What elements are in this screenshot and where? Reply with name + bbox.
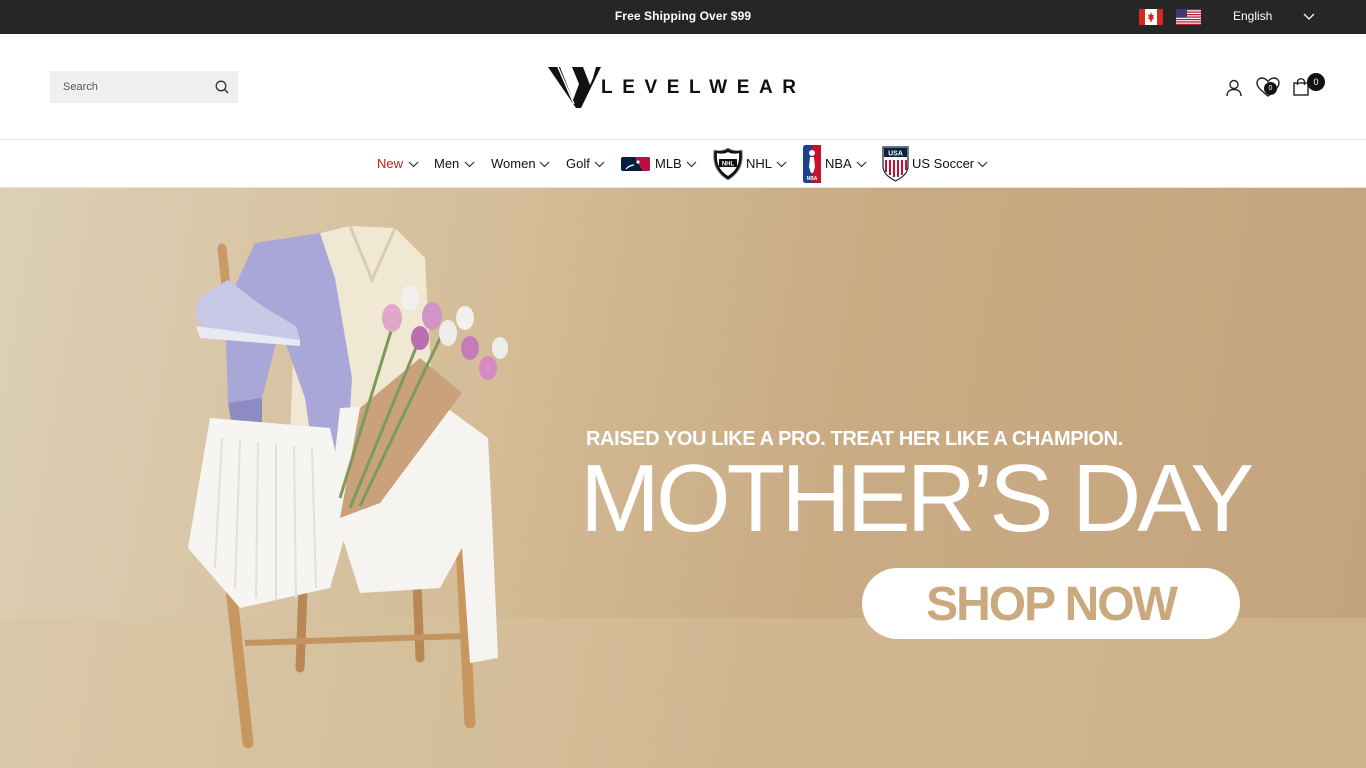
wishlist-count-badge: 0: [1264, 82, 1277, 95]
main-nav: New Men Women Golf MLB NHL NHL NBA NBA U…: [0, 140, 1366, 188]
nav-item-us-soccer[interactable]: USA US Soccer: [882, 140, 990, 187]
cart-count-badge: 0: [1307, 73, 1325, 91]
nav-item-label: NBA: [825, 156, 852, 171]
logo-wordmark: LEVELWEAR: [601, 77, 806, 98]
chevron-down-icon: [594, 161, 605, 168]
chevron-down-icon: [539, 161, 550, 168]
announcement-bar: Free Shipping Over $99 English: [0, 0, 1366, 34]
hero-title: MOTHER’S DAY: [580, 445, 1254, 552]
us-soccer-logo-icon: USA: [882, 146, 909, 182]
nav-item-label: New: [377, 156, 404, 171]
shop-now-button[interactable]: SHOP NOW: [862, 568, 1240, 639]
chevron-down-icon: [686, 161, 697, 168]
language-selector[interactable]: English: [1233, 9, 1272, 23]
nav-item-golf[interactable]: Golf: [566, 140, 607, 187]
site-header: LEVELWEAR 0 0: [0, 34, 1366, 140]
nhl-logo-icon: NHL: [713, 147, 743, 181]
chevron-down-icon: [856, 161, 867, 168]
nav-item-label: Golf: [566, 156, 590, 171]
canada-flag-icon[interactable]: [1139, 9, 1163, 25]
hero-banner[interactable]: RAISED YOU LIKE A PRO. TREAT HER LIKE A …: [0, 188, 1366, 768]
nav-item-label: Men: [434, 156, 460, 171]
account-icon[interactable]: [1224, 78, 1244, 98]
svg-text:NBA: NBA: [807, 176, 818, 182]
chevron-down-icon: [776, 161, 787, 168]
us-flag-icon[interactable]: [1176, 9, 1201, 25]
search-box[interactable]: [50, 71, 238, 103]
nav-item-label: US Soccer: [912, 156, 975, 171]
svg-text:NHL: NHL: [722, 162, 735, 168]
nav-item-women[interactable]: Women: [491, 140, 552, 187]
nav-item-label: NHL: [746, 156, 773, 171]
nba-logo-icon: NBA: [803, 145, 821, 183]
chevron-down-icon: [408, 161, 419, 168]
nav-item-new[interactable]: New: [377, 140, 421, 187]
nav-item-mlb[interactable]: MLB: [621, 140, 699, 187]
nav-item-label: Women: [491, 156, 536, 171]
nav-item-label: MLB: [655, 156, 682, 171]
search-icon[interactable]: [214, 79, 230, 95]
nav-item-men[interactable]: Men: [434, 140, 476, 187]
chevron-down-icon: [977, 161, 988, 168]
search-input[interactable]: [50, 71, 210, 103]
nav-item-nba[interactable]: NBA NBA: [803, 140, 869, 187]
shop-now-label: SHOP NOW: [926, 578, 1178, 631]
svg-text:USA: USA: [888, 151, 903, 158]
mlb-logo-icon: [621, 157, 650, 171]
chevron-down-icon: [464, 161, 475, 168]
nav-item-nhl[interactable]: NHL NHL: [712, 140, 790, 187]
chevron-down-icon[interactable]: [1302, 11, 1316, 21]
